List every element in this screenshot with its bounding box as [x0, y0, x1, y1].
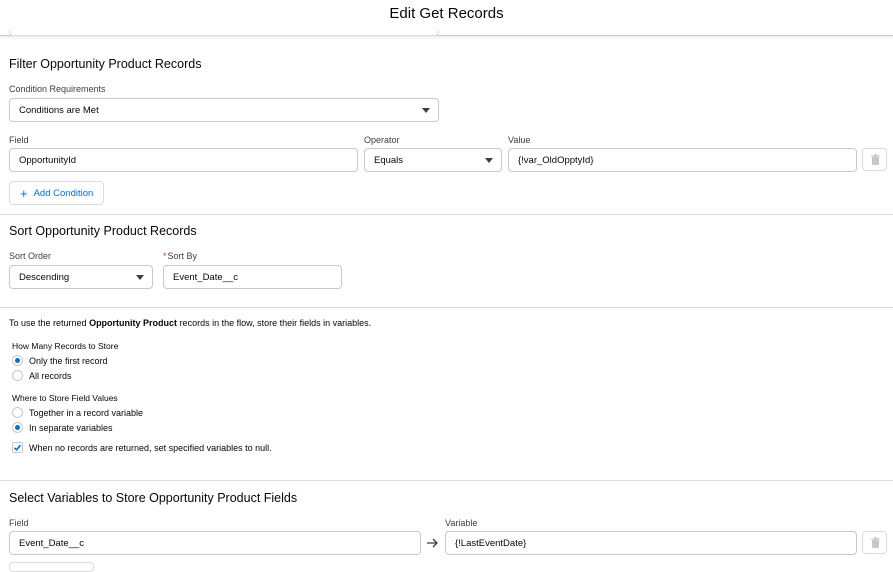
sort-by-value: Event_Date__c [173, 271, 238, 283]
variables-variable-value: {!LastEventDate} [455, 537, 527, 549]
filter-value-value: {!var_OldOpptyId} [518, 154, 594, 166]
arrow-right-icon [427, 538, 438, 548]
radio-label: Together in a record variable [29, 407, 144, 418]
where-to-store-label: Where to Store Field Values [12, 393, 118, 403]
radio-button[interactable] [12, 422, 23, 433]
filter-operator-label: Operator [364, 135, 400, 145]
section-divider [0, 214, 893, 215]
sort-order-value: Descending [19, 271, 70, 283]
filter-operator-value: Equals [374, 154, 404, 166]
required-mark: * [163, 251, 167, 261]
store-intro-pre: To use the returned [9, 318, 90, 328]
condition-requirements-label: Condition Requirements [9, 84, 106, 94]
plus-icon: + [20, 185, 28, 201]
radio-label: Only the first record [29, 355, 108, 366]
variables-field-input[interactable]: Event_Date__c [9, 531, 421, 555]
radio-together-record-variable[interactable]: Together in a record variable [12, 407, 143, 418]
null-variables-checkbox[interactable] [12, 442, 23, 453]
delete-condition-button[interactable] [862, 148, 887, 171]
store-intro-object: Opportunity Product [89, 318, 178, 328]
sort-by-input[interactable]: Event_Date__c [163, 265, 342, 289]
radio-button[interactable] [12, 407, 23, 418]
collapsed-panel-edge [9, 30, 439, 36]
add-condition-button[interactable]: + Add Condition [9, 181, 105, 205]
sort-by-label: *Sort By [163, 251, 197, 261]
radio-button[interactable] [12, 370, 23, 381]
checkmark-icon [13, 444, 22, 451]
radio-all-records[interactable]: All records [12, 370, 72, 381]
null-variables-checkbox-row[interactable]: When no records are returned, set specif… [12, 442, 272, 453]
store-intro-post: records in the flow, store their fields … [177, 318, 372, 328]
delete-variable-button[interactable] [862, 531, 887, 554]
variables-field-value: Event_Date__c [19, 537, 84, 549]
filter-field-input[interactable]: OpportunityId [9, 148, 358, 172]
filter-value-input[interactable]: {!var_OldOpptyId} [508, 148, 857, 172]
sort-by-label-text: Sort By [167, 251, 198, 261]
filter-field-label: Field [9, 135, 29, 145]
filter-section-title: Filter Opportunity Product Records [9, 57, 202, 71]
chevron-down-icon [422, 108, 430, 113]
radio-separate-variables[interactable]: In separate variables [12, 422, 113, 433]
null-variables-label: When no records are returned, set specif… [29, 442, 272, 453]
variables-field-label: Field [9, 518, 29, 528]
modal-title: Edit Get Records [389, 5, 504, 22]
how-many-label: How Many Records to Store [12, 341, 119, 351]
section-divider [0, 480, 893, 481]
add-field-button[interactable] [9, 562, 94, 572]
radio-button[interactable] [12, 355, 23, 366]
radio-only-first-record[interactable]: Only the first record [12, 355, 108, 366]
trash-icon [871, 537, 880, 548]
condition-requirements-select[interactable]: Conditions are Met [9, 98, 439, 122]
variables-variable-input[interactable]: {!LastEventDate} [445, 531, 857, 555]
variables-variable-label: Variable [445, 518, 478, 528]
sort-section-title: Sort Opportunity Product Records [9, 224, 197, 238]
condition-requirements-value: Conditions are Met [19, 104, 99, 116]
sort-order-label: Sort Order [9, 251, 52, 261]
chevron-down-icon [136, 275, 144, 280]
section-divider [0, 307, 893, 308]
radio-label: In separate variables [29, 422, 113, 433]
variables-section-title: Select Variables to Store Opportunity Pr… [9, 491, 298, 505]
radio-label: All records [29, 370, 72, 381]
filter-operator-select[interactable]: Equals [364, 148, 502, 172]
filter-value-label: Value [508, 135, 531, 145]
add-condition-label: Add Condition [33, 187, 94, 199]
trash-icon [871, 154, 880, 165]
store-intro-text: To use the returned Opportunity Product … [9, 318, 371, 328]
chevron-down-icon [485, 158, 493, 163]
filter-field-value: OpportunityId [19, 154, 77, 166]
sort-order-select[interactable]: Descending [9, 265, 153, 289]
